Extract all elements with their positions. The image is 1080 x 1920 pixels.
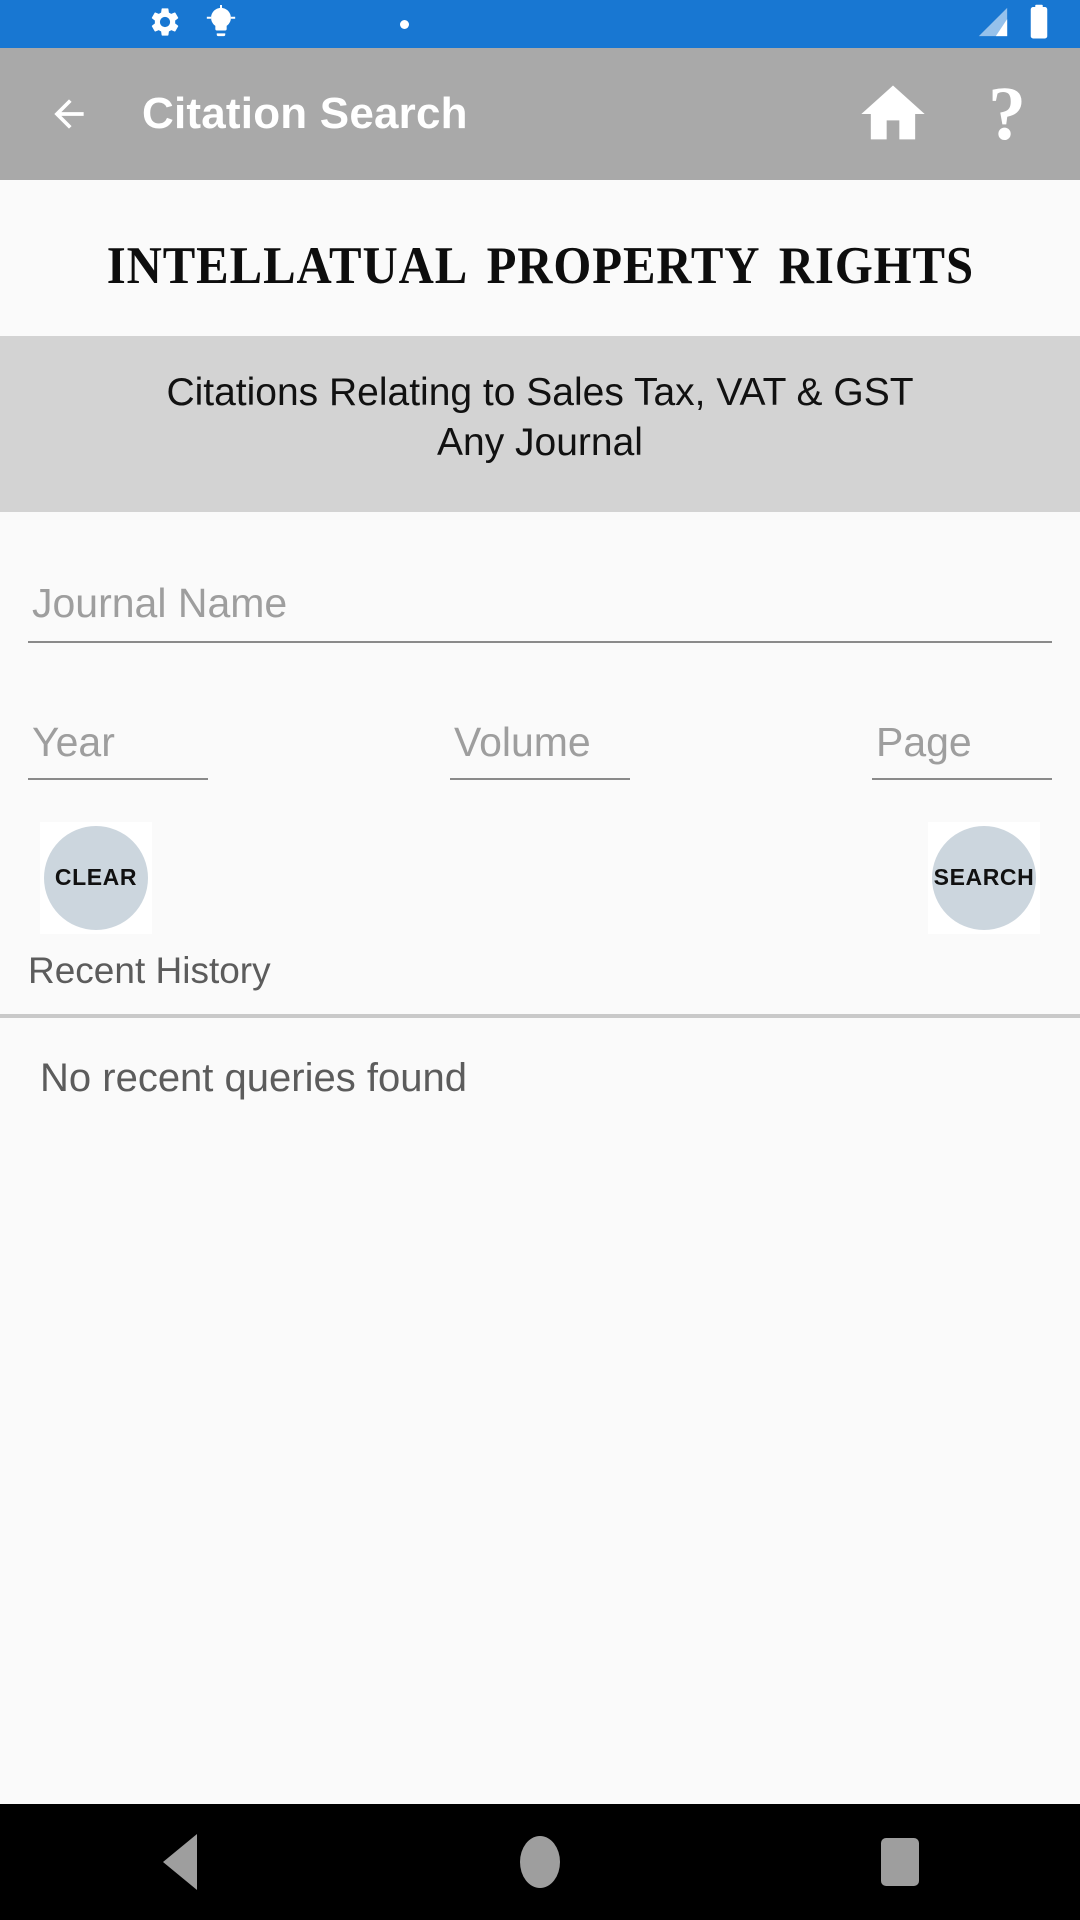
status-bar [0,0,1080,48]
arrow-left-icon [54,99,84,129]
page-title: Citation Search [142,89,468,138]
recent-history-heading: Recent History [0,933,1080,1014]
nav-home-button[interactable] [450,1804,630,1920]
app-bar: Citation Search ? [0,48,1080,180]
action-button-row: CLEAR SEARCH [28,821,1052,934]
masthead: Intellatual Property Rights [0,180,1080,336]
home-button[interactable] [854,75,932,153]
year-cell [28,712,369,780]
content-spacer [0,1100,1080,1804]
status-bar-left-icons [148,4,409,44]
app-bar-actions: ? [854,75,1046,153]
year-volume-page-row [28,712,1052,780]
clear-button-label: CLEAR [54,864,138,891]
page-cell [711,712,1052,780]
subtitle-band: Citations Relating to Sales Tax, VAT & G… [0,336,1080,512]
search-button-wrap: SEARCH [928,821,1040,934]
search-button-label: SEARCH [933,864,1035,891]
gear-icon [148,5,182,44]
subtitle-line-2: Any Journal [437,420,643,464]
brightness-icon [204,4,238,44]
nav-back-button[interactable] [90,1804,270,1920]
subtitle-line-1: Citations Relating to Sales Tax, VAT & G… [166,371,914,414]
clear-button[interactable]: CLEAR [44,825,148,930]
search-button[interactable]: SEARCH [932,825,1036,930]
signal-icon [976,5,1010,44]
circle-home-icon [520,1836,560,1888]
page-input[interactable] [871,712,1052,780]
android-navigation-bar [0,1804,1080,1920]
battery-icon [1026,4,1052,45]
journal-name-input[interactable] [28,573,1052,643]
nav-recents-button[interactable] [810,1804,990,1920]
back-button[interactable] [34,79,104,149]
search-form: CLEAR SEARCH [0,511,1080,934]
journal-name-field-wrap [28,573,1052,647]
page-body: Citation Search ? Intellatual Property R… [0,0,1080,1804]
volume-input[interactable] [449,712,630,780]
dot-indicator [400,19,409,29]
recent-history-empty-message: No recent queries found [0,1017,1080,1101]
masthead-title: Intellatual Property Rights [106,215,974,300]
clear-button-wrap: CLEAR [40,821,152,934]
status-bar-right-icons [976,4,1052,45]
home-icon [861,85,925,140]
question-mark-icon: ? [988,72,1026,156]
volume-cell [369,712,710,780]
triangle-back-icon [163,1834,197,1890]
help-button[interactable]: ? [968,75,1046,153]
year-input[interactable] [28,712,208,780]
square-recents-icon [881,1838,919,1886]
